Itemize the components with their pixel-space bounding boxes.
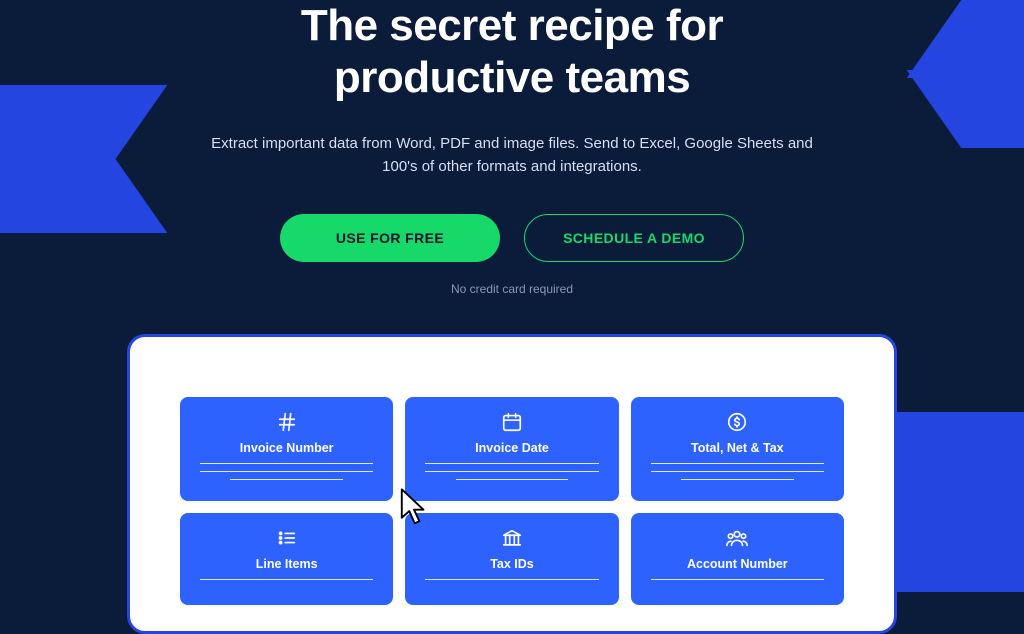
feature-panel: Invoice Number Invoice Date Total, Net &…: [127, 334, 897, 634]
card-decor-lines: [425, 463, 598, 487]
headline-line-2: productive teams: [334, 53, 690, 102]
no-credit-card-note: No credit card required: [0, 282, 1024, 296]
card-total-net-tax[interactable]: Total, Net & Tax: [631, 397, 844, 501]
headline-line-1: The secret recipe for: [301, 1, 723, 50]
card-label: Total, Net & Tax: [691, 441, 784, 455]
page-subhead: Extract important data from Word, PDF an…: [192, 132, 832, 179]
card-label: Tax IDs: [490, 557, 534, 571]
cta-row: USE FOR FREE SCHEDULE A DEMO: [0, 214, 1024, 262]
currency-icon: [726, 411, 748, 433]
card-label: Line Items: [256, 557, 318, 571]
calendar-icon: [501, 411, 523, 433]
use-for-free-button[interactable]: USE FOR FREE: [280, 214, 500, 262]
list-icon: [276, 527, 298, 549]
card-label: Invoice Number: [240, 441, 334, 455]
hash-icon: [276, 411, 298, 433]
card-decor-lines: [651, 463, 824, 487]
page-headline: The secret recipe for productive teams: [0, 0, 1024, 104]
feature-card-grid: Invoice Number Invoice Date Total, Net &…: [180, 397, 844, 605]
card-decor-lines: [425, 579, 598, 587]
bank-icon: [501, 527, 523, 549]
card-decor-lines: [200, 579, 373, 587]
hero-section: The secret recipe for productive teams E…: [0, 0, 1024, 296]
card-label: Invoice Date: [475, 441, 549, 455]
card-decor-lines: [651, 579, 824, 587]
card-label: Account Number: [687, 557, 788, 571]
card-invoice-date[interactable]: Invoice Date: [405, 397, 618, 501]
card-invoice-number[interactable]: Invoice Number: [180, 397, 393, 501]
schedule-demo-button[interactable]: SCHEDULE A DEMO: [524, 214, 744, 262]
card-decor-lines: [200, 463, 373, 487]
users-icon: [725, 527, 749, 549]
